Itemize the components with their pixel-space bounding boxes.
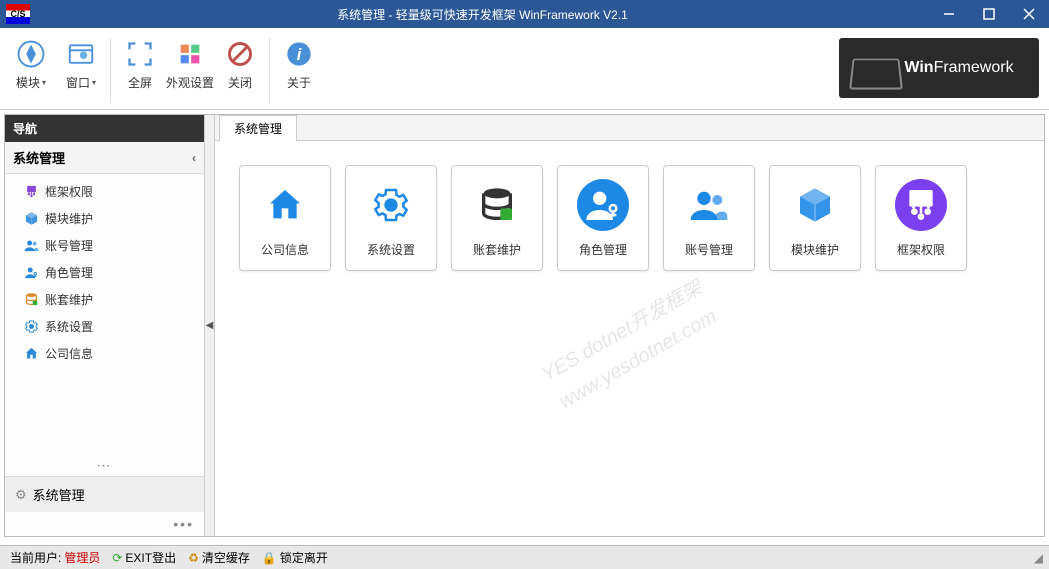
toolbar-module[interactable]: 模块▾: [6, 32, 56, 109]
sidebar-item-label: 角色管理: [45, 264, 93, 281]
card-1[interactable]: 系统设置: [345, 165, 437, 271]
sidebar-item-label: 模块维护: [45, 210, 93, 227]
sidebar-item-0[interactable]: 框架权限: [5, 178, 204, 205]
sidebar-collapse[interactable]: ◀: [205, 115, 215, 536]
users-icon: [683, 179, 735, 231]
chevron-down-icon: ▾: [42, 78, 46, 87]
toolbar-window[interactable]: 窗口▾: [56, 32, 106, 109]
window-title: 系统管理 - 轻量级可快速开发框架 WinFramework V2.1: [36, 6, 929, 23]
sidebar-item-5[interactable]: 系统设置: [5, 313, 204, 340]
gear-icon: [23, 319, 39, 335]
card-label: 账套维护: [473, 241, 521, 258]
gear-icon: [365, 179, 417, 231]
fullscreen-icon: [124, 38, 156, 70]
card-label: 框架权限: [897, 241, 945, 258]
close-button[interactable]: [1009, 0, 1049, 28]
sidebar-item-label: 系统设置: [45, 318, 93, 335]
sidebar-item-label: 账号管理: [45, 237, 93, 254]
status-current-user: 当前用户: 管理员: [6, 549, 104, 566]
shield-icon: [23, 184, 39, 200]
card-label: 系统设置: [367, 241, 415, 258]
brand-logo: WinFramework: [839, 38, 1039, 98]
chevron-down-icon: ▾: [92, 78, 96, 87]
statusbar: 当前用户: 管理员 ⟳ EXIT登出 ♻ 清空缓存 🔒 锁定离开 ◢: [0, 545, 1049, 569]
db-icon: [471, 179, 523, 231]
gear-icon: ⚙: [15, 487, 27, 503]
titlebar: C/S 系统管理 - 轻量级可快速开发框架 WinFramework V2.1: [0, 0, 1049, 28]
toolbar-about[interactable]: i 关于: [274, 32, 324, 109]
broom-icon: ♻: [188, 551, 199, 565]
role-icon: [23, 265, 39, 281]
card-3[interactable]: 角色管理: [557, 165, 649, 271]
sidebar-item-3[interactable]: 角色管理: [5, 259, 204, 286]
chevron-left-icon: ‹: [192, 151, 196, 165]
app-icon: C/S: [6, 4, 30, 24]
watermark: YES dotnet开发框架 www.yesdotnet.com: [535, 272, 724, 418]
role-icon: [577, 179, 629, 231]
sidebar: 导航 系统管理 ‹ 框架权限模块维护账号管理角色管理账套维护系统设置公司信息 ⋯…: [5, 115, 205, 536]
sidebar-item-6[interactable]: 公司信息: [5, 340, 204, 367]
toolbar-separator: [110, 38, 111, 103]
shield-icon: [895, 179, 947, 231]
db-icon: [23, 292, 39, 308]
toolbar-separator: [269, 38, 270, 103]
card-label: 角色管理: [579, 241, 627, 258]
sidebar-dots: ⋯: [5, 455, 204, 476]
card-label: 公司信息: [261, 241, 309, 258]
palette-icon: [174, 38, 206, 70]
window-icon: [65, 38, 97, 70]
maximize-button[interactable]: [969, 0, 1009, 28]
card-2[interactable]: 账套维护: [451, 165, 543, 271]
card-5[interactable]: 模块维护: [769, 165, 861, 271]
toolbar: 模块▾ 窗口▾ 全屏 外观设置 关闭 i 关于 WinFramework: [0, 28, 1049, 110]
toolbar-close[interactable]: 关闭: [215, 32, 265, 109]
cube-icon: [23, 211, 39, 227]
toolbar-fullscreen[interactable]: 全屏: [115, 32, 165, 109]
main-panel: 系统管理 YES dotnet开发框架 www.yesdotnet.com 公司…: [215, 115, 1044, 536]
tabbar: 系统管理: [215, 115, 1044, 141]
toolbar-appearance[interactable]: 外观设置: [165, 32, 215, 109]
minimize-button[interactable]: [929, 0, 969, 28]
card-label: 账号管理: [685, 241, 733, 258]
sidebar-item-label: 账套维护: [45, 291, 93, 308]
resize-grip[interactable]: ◢: [1034, 551, 1043, 565]
laptop-icon: [849, 59, 903, 90]
cube-icon: [789, 179, 841, 231]
lock-icon: 🔒: [262, 551, 277, 565]
forbidden-icon: [224, 38, 256, 70]
sidebar-item-label: 公司信息: [45, 345, 93, 362]
card-6[interactable]: 框架权限: [875, 165, 967, 271]
status-clear-cache[interactable]: ♻ 清空缓存: [184, 549, 254, 566]
card-label: 模块维护: [791, 241, 839, 258]
status-exit[interactable]: ⟳ EXIT登出: [108, 549, 180, 566]
users-icon: [23, 238, 39, 254]
exit-icon: ⟳: [112, 551, 122, 565]
card-4[interactable]: 账号管理: [663, 165, 755, 271]
home-icon: [259, 179, 311, 231]
card-0[interactable]: 公司信息: [239, 165, 331, 271]
sidebar-item-2[interactable]: 账号管理: [5, 232, 204, 259]
sidebar-overflow[interactable]: •••: [5, 512, 204, 536]
sidebar-header: 导航: [5, 115, 204, 142]
home-icon: [23, 346, 39, 362]
sidebar-footer-item[interactable]: ⚙ 系统管理: [5, 476, 204, 512]
svg-text:i: i: [297, 46, 302, 64]
tab-system-management[interactable]: 系统管理: [219, 115, 297, 141]
sidebar-item-4[interactable]: 账套维护: [5, 286, 204, 313]
compass-icon: [15, 38, 47, 70]
sidebar-section-toggle[interactable]: 系统管理 ‹: [5, 142, 204, 174]
sidebar-item-label: 框架权限: [45, 183, 93, 200]
info-icon: i: [283, 38, 315, 70]
status-lock-leave[interactable]: 🔒 锁定离开: [258, 549, 332, 566]
sidebar-item-1[interactable]: 模块维护: [5, 205, 204, 232]
